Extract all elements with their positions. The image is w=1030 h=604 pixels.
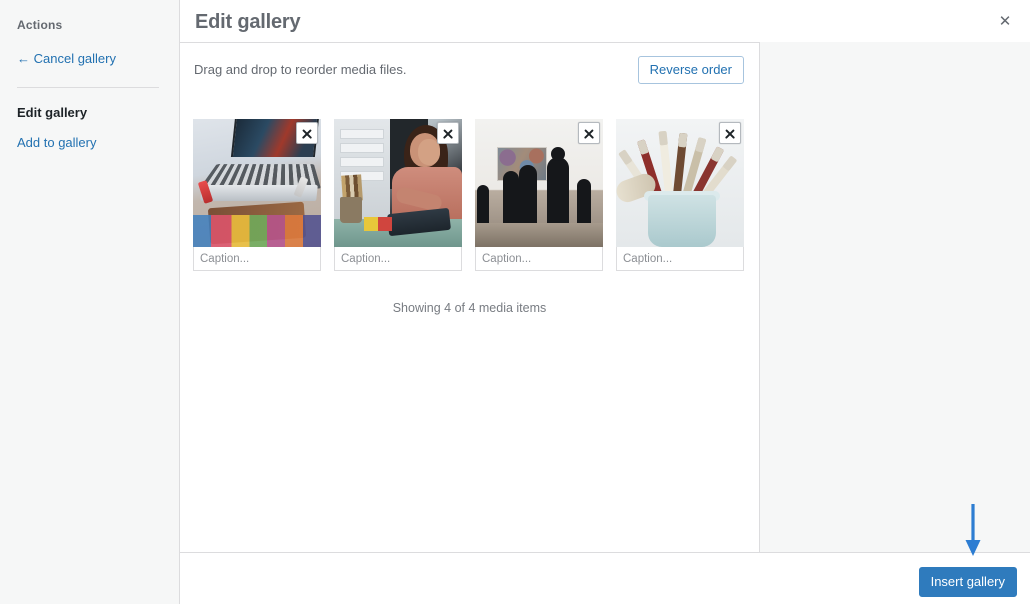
sidebar-item-add-to-gallery[interactable]: Add to gallery — [17, 135, 97, 150]
remove-icon[interactable] — [437, 122, 459, 144]
close-icon[interactable]: ✕ — [990, 7, 1020, 37]
remove-icon[interactable] — [296, 122, 318, 144]
caption-input[interactable] — [193, 247, 321, 271]
gallery-settings-panel — [760, 42, 1030, 552]
gallery-toolbar: Drag and drop to reorder media files. Re… — [180, 43, 759, 95]
remove-icon[interactable] — [719, 122, 741, 144]
attachment-item[interactable] — [193, 119, 321, 271]
attachment-thumbnail[interactable] — [334, 119, 462, 247]
attachment-item[interactable] — [334, 119, 462, 271]
caption-input[interactable] — [475, 247, 603, 271]
modal-header: Edit gallery ✕ — [180, 0, 1030, 42]
modal-footer: Insert gallery — [180, 552, 1030, 604]
edit-gallery-modal: Actions ← Cancel gallery Edit gallery Ad… — [0, 0, 1030, 604]
reorder-hint-text: Drag and drop to reorder media files. — [194, 62, 407, 77]
gallery-content-pane: Drag and drop to reorder media files. Re… — [180, 42, 760, 552]
attachment-item[interactable] — [616, 119, 744, 271]
reverse-order-button[interactable]: Reverse order — [637, 56, 744, 84]
sidebar-section-edit-gallery: Edit gallery — [17, 105, 88, 120]
caption-input[interactable] — [616, 247, 744, 271]
insert-gallery-button[interactable]: Insert gallery — [918, 567, 1017, 597]
media-count-status: Showing 4 of 4 media items — [392, 301, 547, 315]
caption-input[interactable] — [334, 247, 462, 271]
attachment-thumbnail[interactable] — [475, 119, 603, 247]
sidebar-heading: Actions — [17, 18, 63, 32]
attachment-item[interactable] — [475, 119, 603, 271]
sidebar-divider — [17, 87, 159, 88]
attachment-thumbnail[interactable] — [193, 119, 321, 247]
page-title: Edit gallery — [195, 11, 301, 33]
attachment-thumbnail[interactable] — [616, 119, 744, 247]
remove-icon[interactable] — [578, 122, 600, 144]
actions-sidebar: Actions ← Cancel gallery Edit gallery Ad… — [0, 0, 180, 604]
sidebar-item-cancel-gallery[interactable]: ← Cancel gallery — [17, 51, 116, 66]
